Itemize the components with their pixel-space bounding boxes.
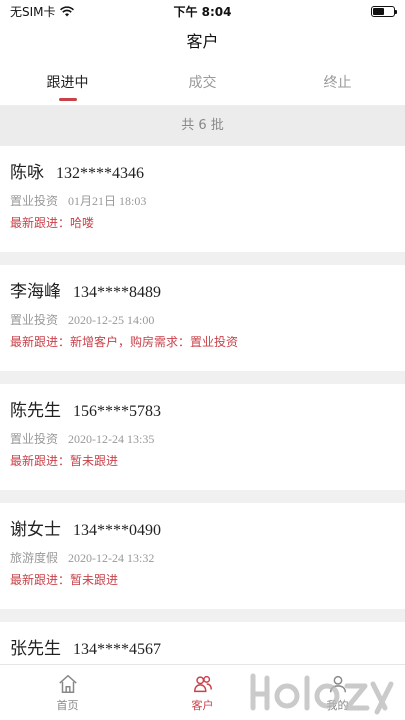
customer-phone: 134****4567 bbox=[73, 641, 161, 658]
customer-category: 置业投资 bbox=[10, 432, 59, 446]
status-left: 无SIM卡 bbox=[10, 3, 150, 20]
customer-category: 旅游度假 bbox=[10, 551, 59, 565]
customer-name: 李海峰 bbox=[10, 282, 61, 302]
customer-name: 谢女士 bbox=[10, 520, 61, 540]
customer-card[interactable]: 谢女士 134****0490 旅游度假 2020-12-24 13:32 最新跟进… bbox=[0, 503, 405, 609]
home-icon bbox=[58, 674, 77, 693]
tab-terminated[interactable]: 终止 bbox=[270, 62, 405, 105]
battery-icon bbox=[371, 5, 397, 17]
customer-date: 2020-12-25 14:00 bbox=[68, 313, 155, 327]
customer-list[interactable]: 陈咏 132****4346 置业投资 01月21日 18:03 最新跟进：哈喽 李… bbox=[0, 146, 405, 664]
customer-followup: 最新跟进：新增客户，购房需求：置业投资 bbox=[10, 335, 239, 349]
customer-card[interactable]: 陈先生 156****5783 置业投资 2020-12-24 13:35 最新跟进… bbox=[0, 384, 405, 490]
summary-count: 共 6 批 bbox=[0, 106, 405, 146]
customer-followup: 最新跟进：暂未跟进 bbox=[10, 454, 119, 468]
customer-date: 2020-12-24 13:32 bbox=[68, 551, 155, 565]
carrier-label: 无SIM卡 bbox=[10, 4, 56, 19]
page-title: 客户 bbox=[186, 32, 219, 51]
customers-icon bbox=[193, 675, 212, 692]
bottom-nav-home[interactable]: 首页 bbox=[0, 665, 135, 720]
customer-category: 置业投资 bbox=[10, 194, 59, 208]
customer-category: 置业投资 bbox=[10, 313, 59, 327]
customer-followup: 最新跟进：哈喽 bbox=[10, 216, 95, 230]
customer-name: 张先生 bbox=[10, 639, 61, 659]
customer-phone: 132****4346 bbox=[56, 165, 144, 182]
customer-name: 陈咏 bbox=[10, 163, 44, 183]
customer-phone: 134****8489 bbox=[73, 284, 161, 301]
customer-date: 2020-12-24 13:35 bbox=[68, 432, 155, 446]
customer-phone: 156****5783 bbox=[73, 403, 161, 420]
bottom-nav-label: 客户 bbox=[191, 698, 214, 712]
status-right bbox=[255, 5, 397, 17]
customer-card[interactable]: 李海峰 134****8489 置业投资 2020-12-25 14:00 最新跟进… bbox=[0, 265, 405, 371]
customer-phone: 134****0490 bbox=[73, 522, 161, 539]
status-bar: 无SIM卡 下午 8:04 bbox=[0, 0, 405, 22]
tab-following[interactable]: 跟进中 bbox=[0, 62, 135, 105]
customer-card[interactable]: 陈咏 132****4346 置业投资 01月21日 18:03 最新跟进：哈喽 bbox=[0, 146, 405, 252]
status-time: 下午 8:04 bbox=[173, 4, 232, 19]
tab-bar: 跟进中 成交 终止 bbox=[0, 62, 405, 106]
wifi-icon bbox=[59, 5, 74, 16]
customer-date: 01月21日 18:03 bbox=[68, 194, 147, 208]
watermark-logo bbox=[250, 673, 394, 715]
bottom-nav-label: 首页 bbox=[56, 698, 79, 712]
customer-name: 陈先生 bbox=[10, 401, 61, 421]
customer-card[interactable]: 张先生 134****4567 bbox=[0, 622, 405, 664]
customer-followup: 最新跟进：暂未跟进 bbox=[10, 573, 119, 587]
tab-deal[interactable]: 成交 bbox=[135, 62, 270, 105]
